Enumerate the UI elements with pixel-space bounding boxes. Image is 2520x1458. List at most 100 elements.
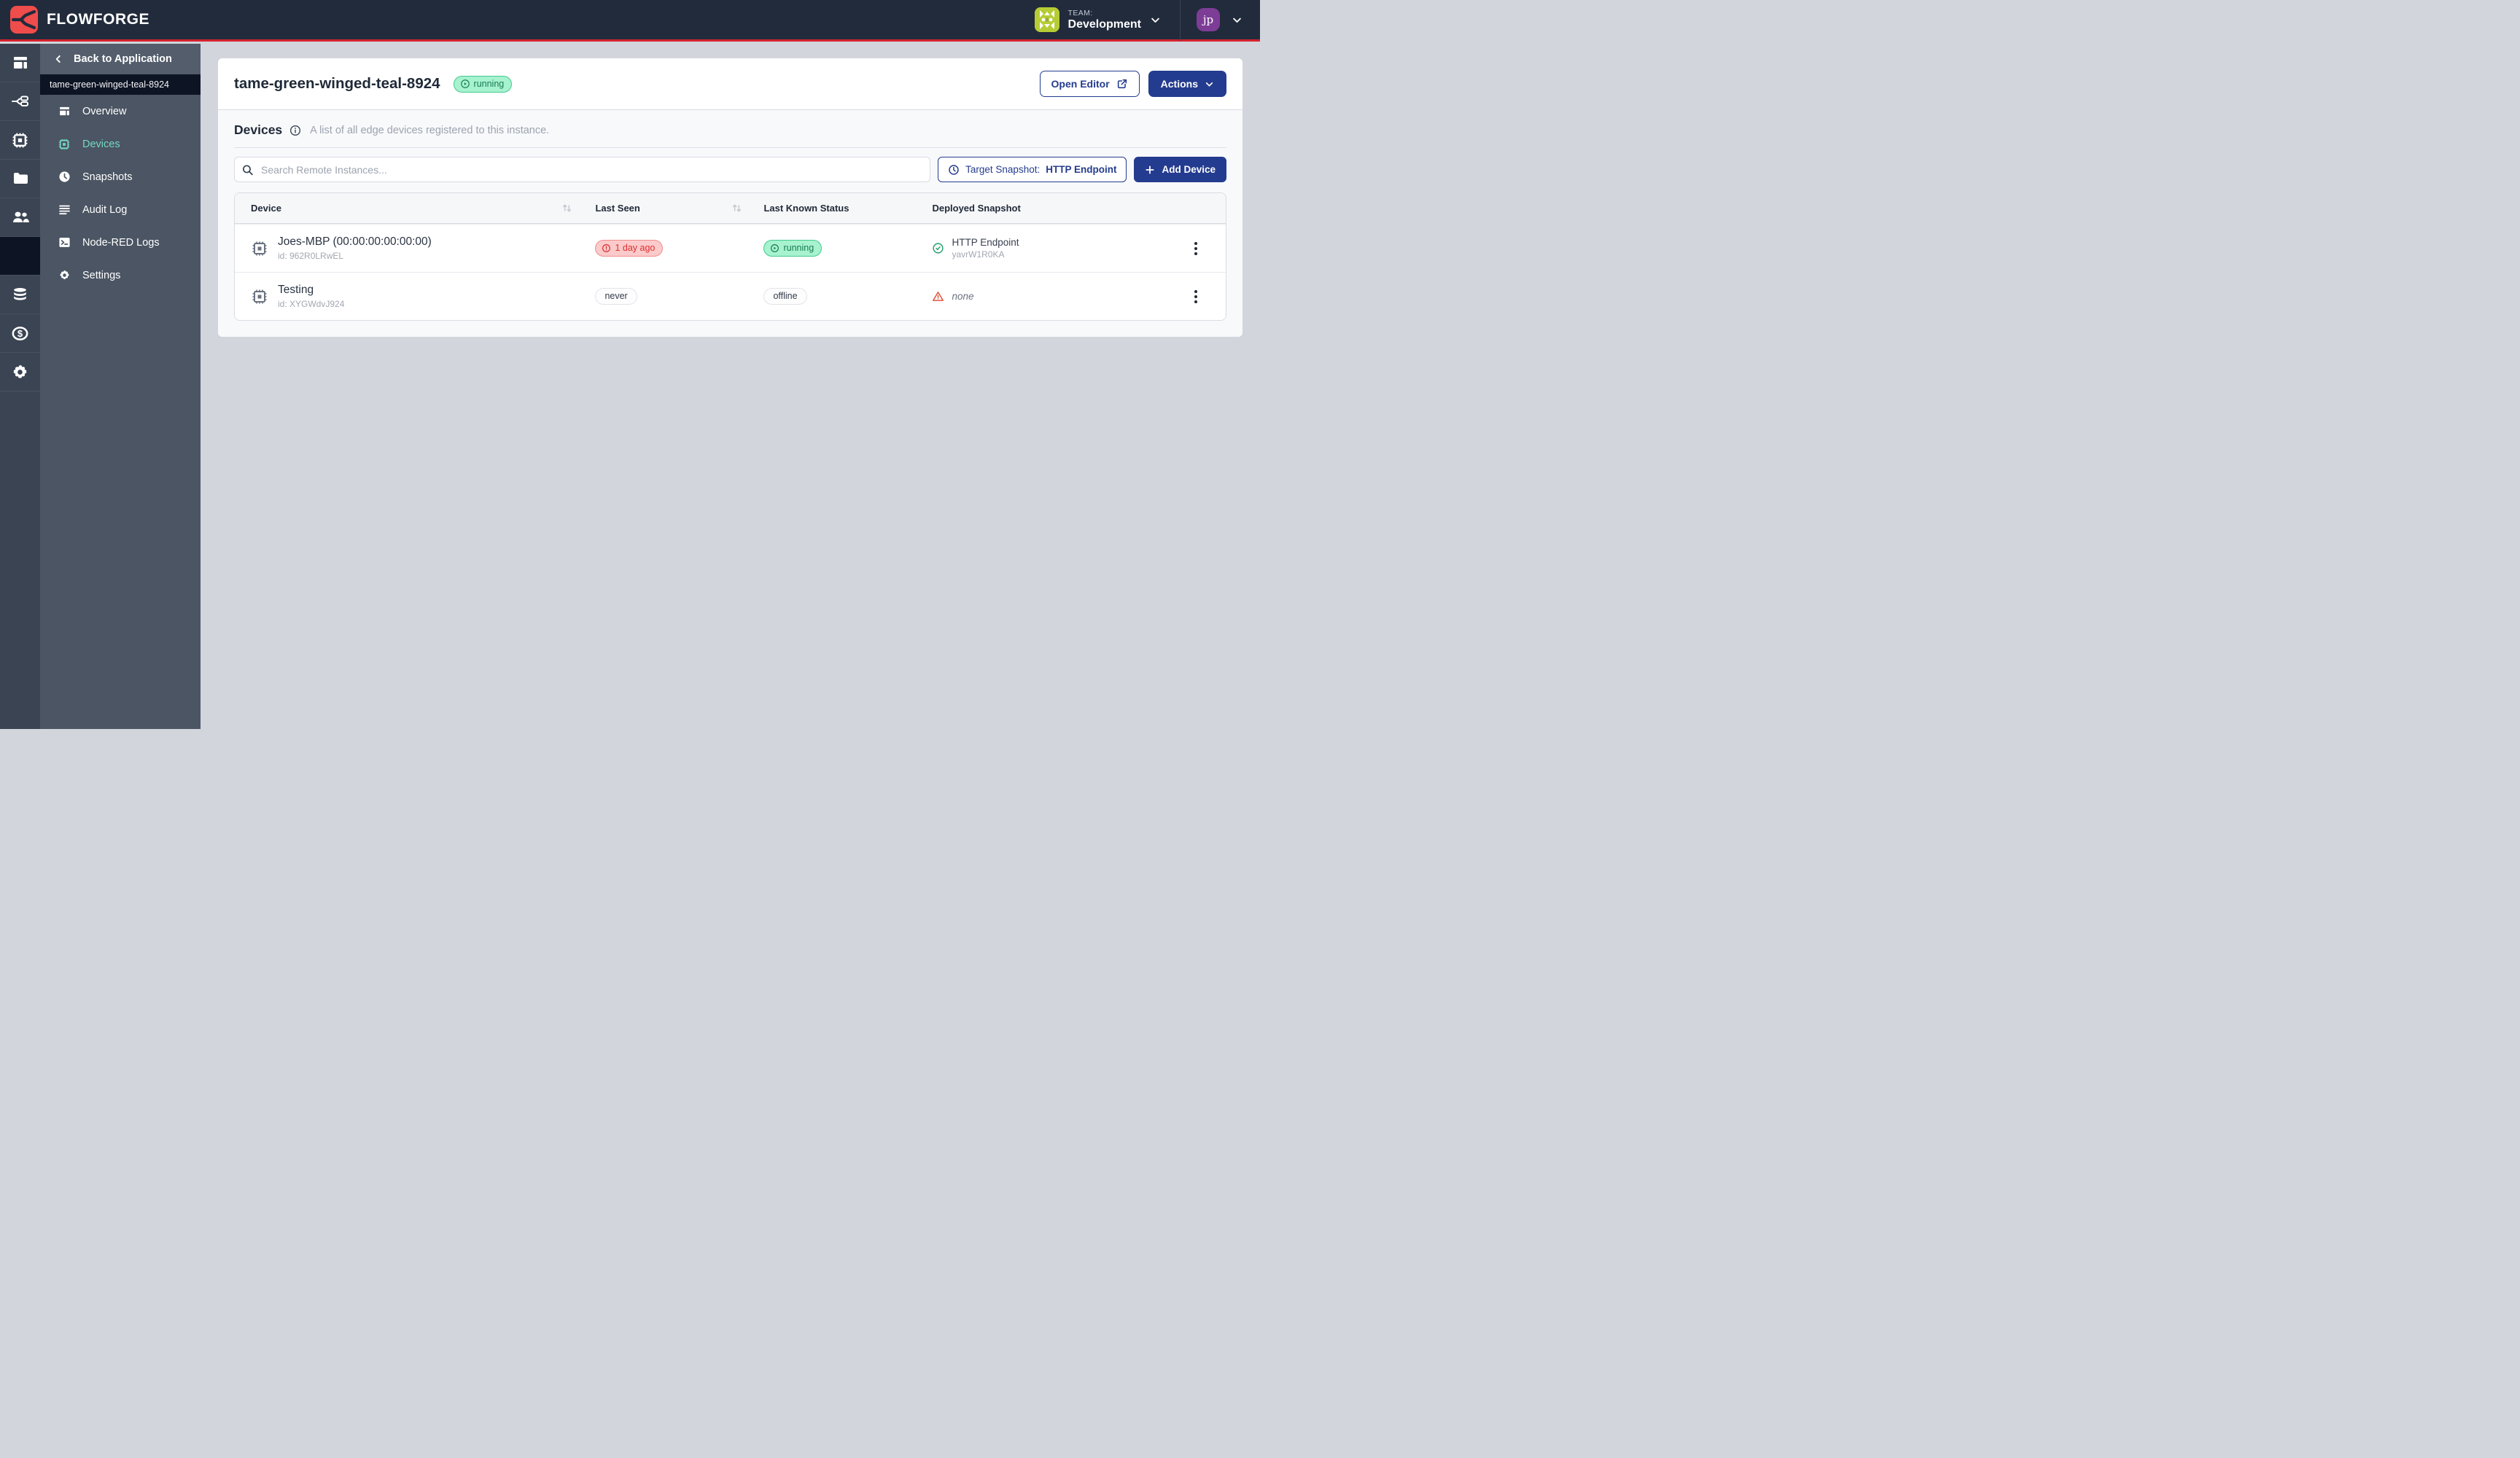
team-avatar-pattern xyxy=(1035,7,1059,32)
rail-item-settings[interactable] xyxy=(0,353,40,391)
sidebar-item-settings[interactable]: Settings xyxy=(40,259,201,292)
devices-table: Device Last Seen xyxy=(234,192,1226,321)
gear-icon xyxy=(58,269,71,281)
search-input[interactable] xyxy=(234,157,930,182)
rail-item-pipelines[interactable] xyxy=(0,82,40,121)
rail-item-applications[interactable] xyxy=(0,44,40,82)
sidebar-item-label: Audit Log xyxy=(82,204,127,216)
column-label: Last Seen xyxy=(595,203,639,214)
instance-sidebar: Back to Application tame-green-winged-te… xyxy=(40,44,201,729)
sidebar-item-label: Snapshots xyxy=(82,171,133,183)
team-name: Development xyxy=(1068,18,1141,31)
target-snapshot-label: Target Snapshot: xyxy=(965,164,1040,175)
main-content: tame-green-winged-teal-8924 running Open… xyxy=(201,44,1260,729)
play-circle-icon xyxy=(770,243,779,253)
status-cell: offline xyxy=(755,288,923,305)
chevron-down-icon xyxy=(1205,79,1214,89)
flowforge-logo[interactable] xyxy=(10,6,38,34)
column-header-device[interactable]: Device xyxy=(235,202,586,214)
instance-status-badge: running xyxy=(454,76,513,93)
last-seen-label: never xyxy=(604,291,627,301)
last-seen-label: 1 day ago xyxy=(615,243,655,253)
nav-brand-group: FLOWFORGE xyxy=(10,6,149,34)
warning-triangle-icon xyxy=(932,290,944,303)
sort-icon[interactable] xyxy=(561,202,573,214)
back-to-application[interactable]: Back to Application xyxy=(40,44,201,74)
table-header: Device Last Seen xyxy=(235,193,1226,224)
broker-icon xyxy=(11,286,29,304)
rail-item-members[interactable] xyxy=(0,198,40,237)
applications-icon xyxy=(12,54,29,71)
team-text: TEAM: Development xyxy=(1068,9,1141,31)
last-seen-cell: 1 day ago xyxy=(586,240,755,257)
sidebar-item-overview[interactable]: Overview xyxy=(40,95,201,128)
column-header-snapshot[interactable]: Deployed Snapshot xyxy=(923,203,1166,214)
info-icon[interactable] xyxy=(289,125,301,136)
devices-controls: Target Snapshot: HTTP Endpoint Add Devic… xyxy=(234,157,1226,182)
members-icon xyxy=(11,208,30,227)
device-name: Joes-MBP (00:00:00:00:00:00) xyxy=(278,235,432,249)
team-selector[interactable]: TEAM: Development xyxy=(1024,0,1180,39)
devices-description: A list of all edge devices registered to… xyxy=(310,125,549,136)
brand-name: FLOWFORGE xyxy=(47,11,149,28)
play-circle-icon xyxy=(460,79,470,89)
device-id: id: 962R0LRwEL xyxy=(278,251,432,261)
row-menu-cell xyxy=(1166,286,1226,308)
kebab-menu-icon[interactable] xyxy=(1190,286,1202,308)
plus-icon xyxy=(1145,165,1155,175)
sidebar-item-audit-log[interactable]: Audit Log xyxy=(40,193,201,226)
team-label: TEAM: xyxy=(1068,9,1141,17)
last-seen-badge: 1 day ago xyxy=(595,240,663,257)
kebab-menu-icon[interactable] xyxy=(1190,238,1202,260)
chevron-down-icon xyxy=(1150,15,1161,26)
chip-icon xyxy=(251,288,268,305)
rail-item-broker[interactable] xyxy=(0,276,40,314)
devices-title: Devices xyxy=(234,122,282,138)
list-icon xyxy=(58,203,71,216)
snapshot-name: HTTP Endpoint xyxy=(952,237,1019,248)
clock-icon xyxy=(948,164,960,176)
add-device-label: Add Device xyxy=(1162,164,1216,175)
clock-icon xyxy=(58,171,71,183)
rail-item-billing[interactable]: $ xyxy=(0,314,40,353)
instance-panel: tame-green-winged-teal-8924 running Open… xyxy=(218,58,1242,337)
snapshot-cell: none xyxy=(923,290,1166,303)
section-divider xyxy=(234,147,1226,148)
open-editor-button[interactable]: Open Editor xyxy=(1040,71,1140,97)
add-device-button[interactable]: Add Device xyxy=(1134,157,1226,182)
rail-item-library[interactable] xyxy=(0,160,40,198)
top-navbar: FLOWFORGE TEAM: Development xyxy=(0,0,1260,42)
sidebar-item-label: Overview xyxy=(82,106,126,117)
device-row[interactable]: Joes-MBP (00:00:00:00:00:00) id: 962R0LR… xyxy=(235,224,1226,272)
app-root: FLOWFORGE TEAM: Development xyxy=(0,0,1260,729)
sidebar-item-nodered-logs[interactable]: Node-RED Logs xyxy=(40,226,201,259)
user-menu[interactable]: jp xyxy=(1181,0,1247,39)
device-cell: Joes-MBP (00:00:00:00:00:00) id: 962R0LR… xyxy=(235,235,586,261)
chip-icon xyxy=(251,240,268,257)
snapshot-id: yavrW1R0KA xyxy=(952,249,1019,260)
chip-icon xyxy=(58,138,71,151)
status-badge: running xyxy=(763,240,822,257)
sidebar-item-devices[interactable]: Devices xyxy=(40,128,201,160)
column-header-status[interactable]: Last Known Status xyxy=(755,203,923,214)
column-header-last-seen[interactable]: Last Seen xyxy=(586,202,755,214)
column-label: Last Known Status xyxy=(763,203,849,214)
chevron-left-icon xyxy=(53,54,63,64)
instance-name: tame-green-winged-teal-8924 xyxy=(50,79,169,90)
target-snapshot-button[interactable]: Target Snapshot: HTTP Endpoint xyxy=(938,157,1127,182)
search-icon xyxy=(241,163,254,176)
status-badge: offline xyxy=(763,288,806,305)
sidebar-item-snapshots[interactable]: Snapshots xyxy=(40,160,201,193)
alert-circle-icon xyxy=(602,243,611,253)
pipelines-icon xyxy=(11,92,30,111)
flowforge-logo-icon xyxy=(12,7,36,32)
sort-icon[interactable] xyxy=(731,202,743,214)
actions-button[interactable]: Actions xyxy=(1148,71,1226,97)
icon-rail: $ xyxy=(0,44,40,729)
rail-item-devices[interactable] xyxy=(0,121,40,160)
device-cell: Testing id: XYGWdvJ924 xyxy=(235,284,586,309)
device-row[interactable]: Testing id: XYGWdvJ924 never xyxy=(235,272,1226,320)
rail-item-active-empty[interactable] xyxy=(0,237,40,276)
column-label: Device xyxy=(251,203,281,214)
team-avatar xyxy=(1035,7,1059,32)
